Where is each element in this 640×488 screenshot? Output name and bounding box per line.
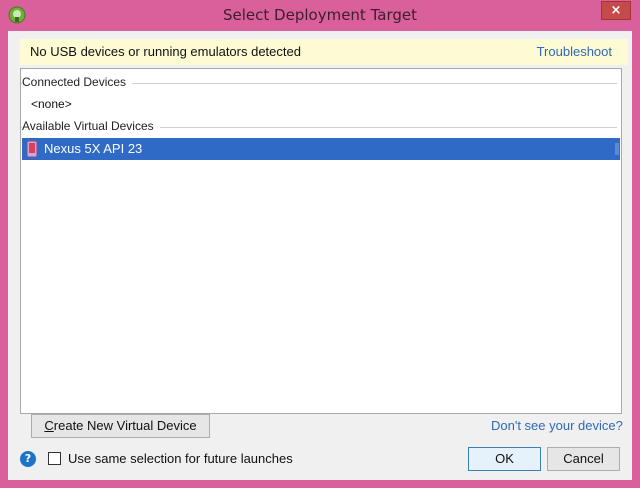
dont-see-device-link[interactable]: Don't see your device? — [491, 418, 623, 433]
dialog-content: No USB devices or running emulators dete… — [8, 31, 632, 480]
close-button[interactable]: × — [601, 1, 631, 20]
phone-icon — [26, 140, 38, 158]
ok-button[interactable]: OK — [468, 447, 541, 471]
status-icon — [615, 143, 619, 155]
same-selection-label[interactable]: Use same selection for future launches — [68, 451, 293, 466]
help-icon[interactable]: ? — [20, 451, 36, 467]
notice-text: No USB devices or running emulators dete… — [30, 44, 301, 59]
window-title: Select Deployment Target — [223, 6, 417, 24]
notice-bar: No USB devices or running emulators dete… — [20, 39, 628, 65]
connected-devices-label: Connected Devices — [22, 75, 133, 89]
same-selection-checkbox[interactable] — [48, 452, 61, 465]
dialog-window: Select Deployment Target × No USB device… — [0, 0, 640, 488]
create-virtual-device-button[interactable]: Create New Virtual Device — [31, 414, 210, 438]
title-bar[interactable]: Select Deployment Target × — [0, 0, 640, 32]
device-list[interactable]: Connected Devices <none> Available Virtu… — [20, 68, 622, 414]
create-button-label: reate New Virtual Device — [53, 418, 197, 433]
connected-devices-header: Connected Devices — [21, 75, 617, 91]
connected-none-text: <none> — [31, 97, 72, 111]
device-row-nexus-5x[interactable]: Nexus 5X API 23 — [22, 138, 620, 160]
virtual-devices-label: Available Virtual Devices — [22, 119, 160, 133]
device-name: Nexus 5X API 23 — [44, 141, 143, 156]
cancel-button[interactable]: Cancel — [547, 447, 620, 471]
create-button-mnemonic: C — [44, 418, 54, 433]
virtual-devices-header: Available Virtual Devices — [21, 119, 617, 135]
troubleshoot-link[interactable]: Troubleshoot — [537, 44, 612, 59]
